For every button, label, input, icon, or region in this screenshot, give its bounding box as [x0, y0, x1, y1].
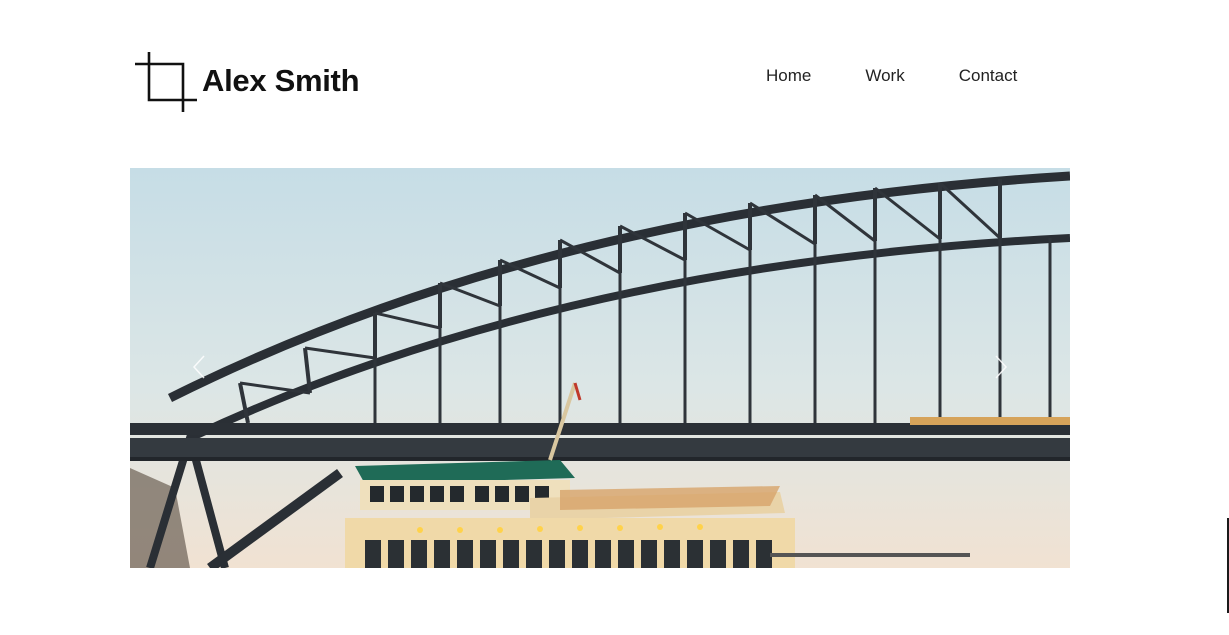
- chevron-left-icon: [192, 355, 205, 379]
- site-logo[interactable]: Alex Smith: [135, 50, 360, 114]
- nav-item-home[interactable]: Home: [766, 66, 811, 86]
- hero-slider: [130, 168, 1070, 568]
- nav-item-work[interactable]: Work: [865, 66, 904, 86]
- site-header: Alex Smith Home Work Contact: [0, 0, 1229, 150]
- chevron-right-icon: [995, 355, 1008, 379]
- slide-image: [130, 168, 1070, 568]
- site-title: Alex Smith: [202, 63, 360, 98]
- slider-next-button[interactable]: [985, 352, 1015, 382]
- slider-prev-button[interactable]: [185, 352, 215, 382]
- main-nav: Home Work Contact: [766, 66, 1017, 86]
- crop-icon: [135, 52, 197, 112]
- nav-item-contact[interactable]: Contact: [959, 66, 1018, 86]
